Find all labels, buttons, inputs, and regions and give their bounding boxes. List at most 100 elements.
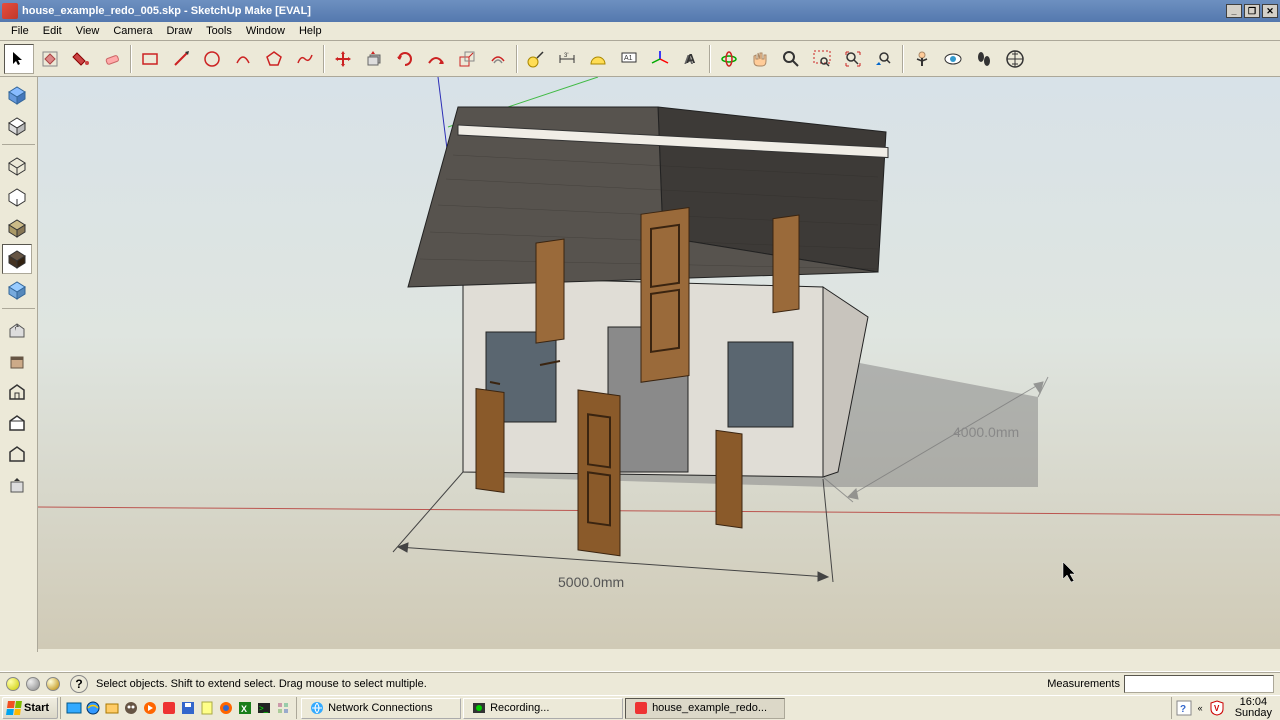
svg-text:A: A: [686, 51, 696, 66]
eraser-tool[interactable]: [97, 44, 127, 74]
firefox-icon[interactable]: [217, 699, 235, 717]
previous-view-tool[interactable]: [869, 44, 899, 74]
warehouse-share-icon[interactable]: [2, 346, 32, 376]
sketchup-task-icon: [634, 701, 648, 715]
system-tray: ? « V 16:04 Sunday: [1171, 697, 1280, 719]
zoom-tool[interactable]: [776, 44, 806, 74]
svg-text:>_: >_: [259, 704, 269, 713]
style-wireframe-icon[interactable]: [2, 151, 32, 181]
start-button[interactable]: Start: [2, 697, 58, 719]
material-1-icon[interactable]: [2, 80, 32, 110]
material-2-icon[interactable]: [2, 111, 32, 141]
zoom-window-tool[interactable]: [807, 44, 837, 74]
task-label: house_example_redo...: [652, 702, 767, 714]
menu-bar: File Edit View Camera Draw Tools Window …: [0, 22, 1280, 41]
notes-icon[interactable]: [198, 699, 216, 717]
tray-shield-icon[interactable]: V: [1209, 700, 1225, 716]
console-icon[interactable]: >_: [255, 699, 273, 717]
taskbar-clock[interactable]: 16:04 Sunday: [1231, 697, 1276, 719]
credits-icon[interactable]: [26, 677, 40, 691]
polygon-tool[interactable]: [259, 44, 289, 74]
warehouse-get-icon[interactable]: [2, 315, 32, 345]
quick-launch: X >_: [60, 697, 297, 719]
menu-edit[interactable]: Edit: [36, 24, 69, 38]
protractor-tool[interactable]: [583, 44, 613, 74]
pushpull-tool[interactable]: [359, 44, 389, 74]
cursor-icon: [1063, 562, 1075, 582]
network-icon: [310, 701, 324, 715]
upload-component-icon[interactable]: [2, 470, 32, 500]
windows-logo-icon: [6, 701, 22, 715]
style-shaded-icon[interactable]: [2, 213, 32, 243]
model-viewport[interactable]: 5000.0mm 4000.0mm: [38, 77, 1280, 649]
position-camera-tool[interactable]: [907, 44, 937, 74]
style-hidden-icon[interactable]: [2, 182, 32, 212]
measurements-input[interactable]: [1124, 675, 1274, 693]
style-textured-icon[interactable]: [2, 244, 32, 274]
axes-tool[interactable]: [645, 44, 675, 74]
rotate-tool[interactable]: [390, 44, 420, 74]
close-button[interactable]: ✕: [1262, 4, 1278, 18]
gimp-icon[interactable]: [122, 699, 140, 717]
line-tool[interactable]: [166, 44, 196, 74]
scale-tool[interactable]: [452, 44, 482, 74]
style-monochrome-icon[interactable]: [2, 275, 32, 305]
zoom-extents-tool[interactable]: [838, 44, 868, 74]
photo-textures-icon[interactable]: [2, 408, 32, 438]
3d-text-tool[interactable]: AA: [676, 44, 706, 74]
menu-window[interactable]: Window: [239, 24, 292, 38]
minimize-button[interactable]: _: [1226, 4, 1242, 18]
claim-credit-icon[interactable]: [46, 677, 60, 691]
media-icon[interactable]: [141, 699, 159, 717]
ie-icon[interactable]: [84, 699, 102, 717]
circle-tool[interactable]: [197, 44, 227, 74]
look-around-tool[interactable]: [938, 44, 968, 74]
show-desktop-icon[interactable]: [65, 699, 83, 717]
offset-tool[interactable]: [483, 44, 513, 74]
arc-tool[interactable]: [228, 44, 258, 74]
followme-tool[interactable]: [421, 44, 451, 74]
svg-text:A1: A1: [624, 55, 633, 62]
move-tool[interactable]: [328, 44, 358, 74]
tray-expand-icon[interactable]: «: [1198, 703, 1203, 713]
menu-file[interactable]: File: [4, 24, 36, 38]
scene-svg: 5000.0mm 4000.0mm: [38, 77, 1280, 649]
preview-gearth-icon[interactable]: [2, 439, 32, 469]
dimension-width-label: 5000.0mm: [558, 574, 624, 590]
svg-text:?: ?: [1180, 704, 1186, 715]
tray-help-icon[interactable]: ?: [1176, 700, 1192, 716]
explorer-icon[interactable]: [103, 699, 121, 717]
task-network[interactable]: Network Connections: [301, 698, 461, 719]
menu-help[interactable]: Help: [292, 24, 329, 38]
excel-icon[interactable]: X: [236, 699, 254, 717]
help-icon[interactable]: ?: [70, 675, 88, 693]
app-icon-ql[interactable]: [274, 699, 292, 717]
dimension-tool[interactable]: 3': [552, 44, 582, 74]
app-icon: [2, 3, 18, 19]
walk-tool[interactable]: [969, 44, 999, 74]
task-sketchup[interactable]: house_example_redo...: [625, 698, 785, 719]
svg-text:V: V: [1214, 704, 1220, 713]
tape-measure-tool[interactable]: [521, 44, 551, 74]
menu-view[interactable]: View: [69, 24, 107, 38]
maximize-button[interactable]: ❐: [1244, 4, 1260, 18]
rectangle-tool[interactable]: [135, 44, 165, 74]
status-bar: ? Select objects. Shift to extend select…: [0, 671, 1280, 695]
paint-bucket-tool[interactable]: [66, 44, 96, 74]
building-maker-icon[interactable]: [2, 377, 32, 407]
menu-draw[interactable]: Draw: [159, 24, 199, 38]
geolocation-icon[interactable]: [6, 677, 20, 691]
task-recording[interactable]: Recording...: [463, 698, 623, 719]
text-tool[interactable]: A1: [614, 44, 644, 74]
section-plane-tool[interactable]: [1000, 44, 1030, 74]
menu-camera[interactable]: Camera: [106, 24, 159, 38]
orbit-tool[interactable]: [714, 44, 744, 74]
make-component-tool[interactable]: [35, 44, 65, 74]
save-icon[interactable]: [179, 699, 197, 717]
red-axis: [38, 507, 1280, 515]
pan-tool[interactable]: [745, 44, 775, 74]
sketchup-ql-icon[interactable]: [160, 699, 178, 717]
menu-tools[interactable]: Tools: [199, 24, 239, 38]
select-tool[interactable]: [4, 44, 34, 74]
freehand-tool[interactable]: [290, 44, 320, 74]
